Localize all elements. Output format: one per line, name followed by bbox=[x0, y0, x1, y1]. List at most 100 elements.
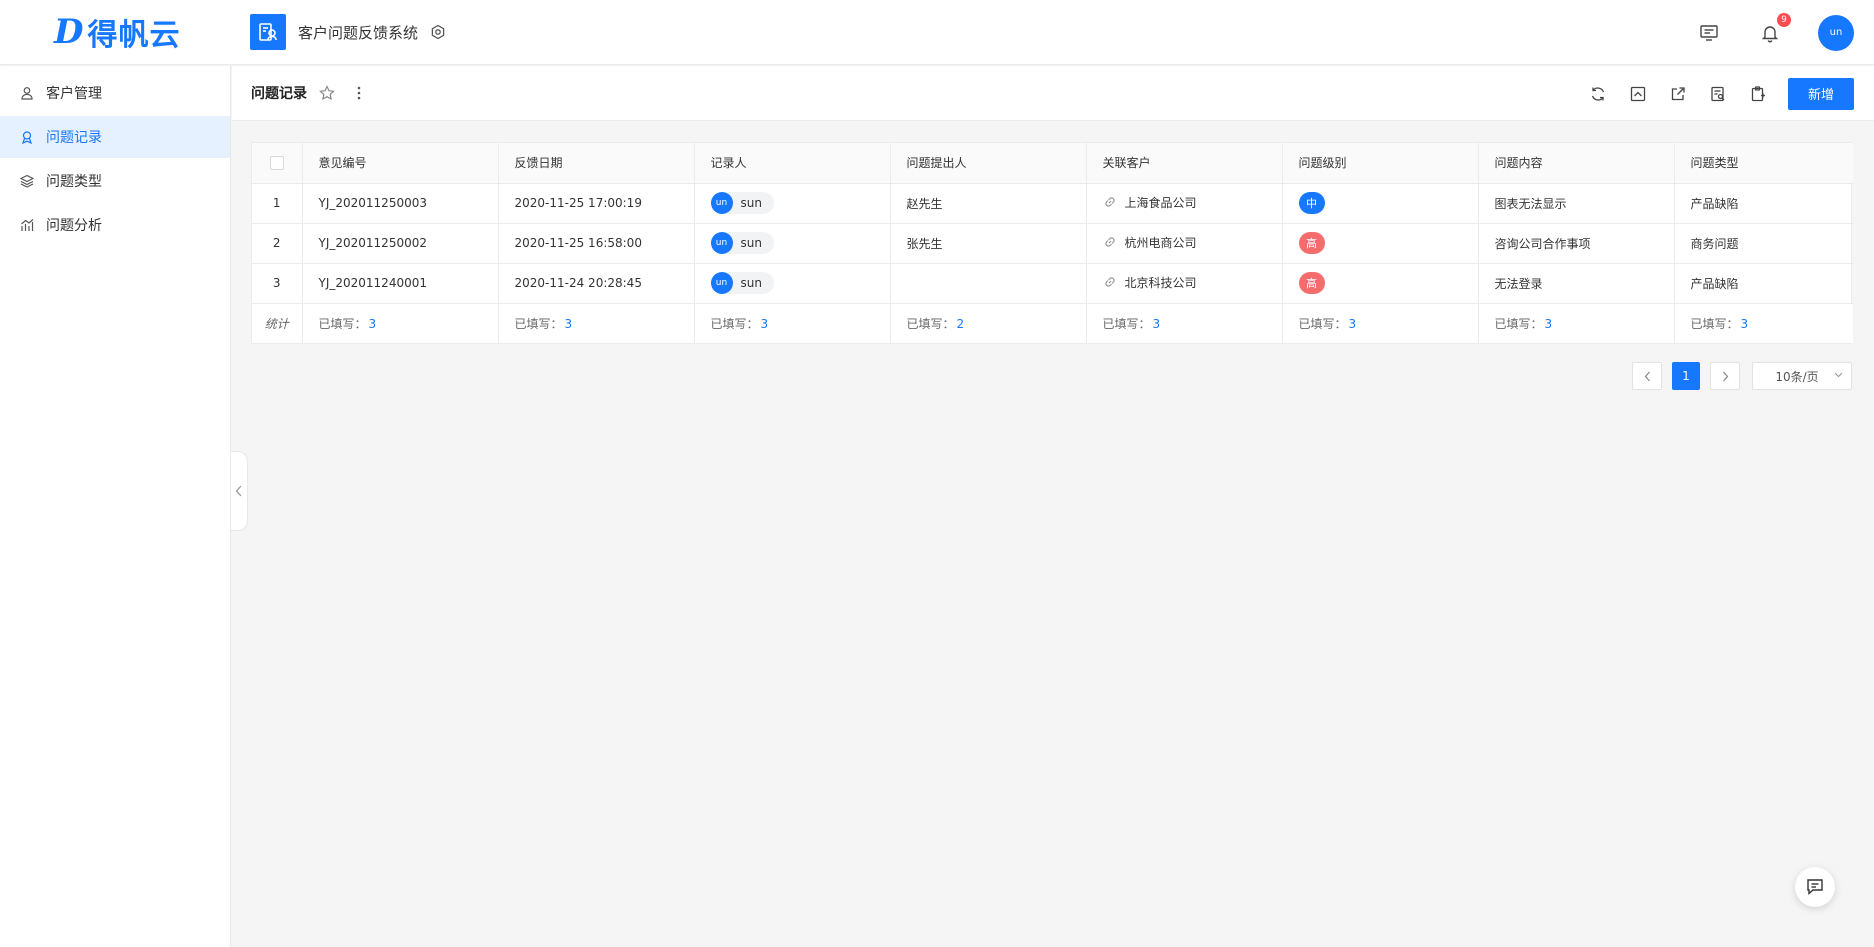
cell-customer: 北京科技公司 bbox=[1086, 263, 1283, 304]
recorder-chip[interactable]: un sun bbox=[710, 272, 774, 294]
cell-date: 2020-11-24 20:28:45 bbox=[498, 263, 695, 304]
cell-level: 高 bbox=[1282, 223, 1479, 264]
customer-link[interactable]: 上海食品公司 bbox=[1103, 194, 1197, 211]
stat-cell: 已填写： 2 bbox=[890, 303, 1087, 343]
app-icon[interactable] bbox=[250, 14, 286, 50]
user-avatar[interactable]: un bbox=[1818, 14, 1854, 51]
notification-badge: 9 bbox=[1777, 12, 1791, 27]
cell-proposer: 赵先生 bbox=[890, 183, 1087, 224]
share-icon[interactable] bbox=[1668, 84, 1688, 104]
avatar: un bbox=[710, 272, 733, 294]
cell-type: 商务问题 bbox=[1674, 223, 1853, 264]
stat-prefix: 已填写： bbox=[1298, 316, 1347, 331]
gear-icon[interactable] bbox=[430, 24, 446, 40]
user-icon bbox=[20, 86, 34, 100]
logo[interactable]: D 得帆云 bbox=[0, 0, 250, 65]
message-board-icon[interactable] bbox=[1697, 21, 1721, 45]
cell-content: 咨询公司合作事项 bbox=[1478, 223, 1675, 264]
cell-type: 产品缺陷 bbox=[1674, 263, 1853, 304]
cell-recorder: un sun bbox=[694, 183, 891, 224]
sidebar-item-issue-analysis[interactable]: 问题分析 bbox=[0, 204, 230, 246]
stat-cell: 已填写： 3 bbox=[302, 303, 499, 343]
cell-date: 2020-11-25 17:00:19 bbox=[498, 183, 695, 224]
customer-name: 上海食品公司 bbox=[1124, 195, 1197, 210]
cell-level: 高 bbox=[1282, 263, 1479, 304]
chevron-down-icon bbox=[1834, 372, 1843, 378]
stat-cell: 已填写： 3 bbox=[1674, 303, 1853, 343]
column-header-content[interactable]: 问题内容 bbox=[1478, 143, 1675, 184]
recorder-name: sun bbox=[740, 276, 762, 290]
column-header-recorder[interactable]: 记录人 bbox=[694, 143, 891, 184]
page-size-select[interactable]: 10条/页 bbox=[1752, 362, 1852, 390]
cell-content: 图表无法显示 bbox=[1478, 183, 1675, 224]
sidebar-item-label: 问题类型 bbox=[46, 174, 102, 190]
cell-id: YJ_202011240001 bbox=[302, 263, 499, 304]
sidebar-item-issue-records[interactable]: 问题记录 bbox=[0, 116, 230, 158]
table-row[interactable]: 1 YJ_202011250003 2020-11-25 17:00:19 un… bbox=[252, 183, 1853, 224]
recorder-chip[interactable]: un sun bbox=[710, 232, 774, 254]
records-table: 意见编号 反馈日期 记录人 问题提出人 关联客户 问题级别 问题内容 问题类型 … bbox=[251, 142, 1853, 344]
level-badge: 高 bbox=[1298, 232, 1325, 254]
column-header-level[interactable]: 问题级别 bbox=[1282, 143, 1479, 184]
collapse-icon[interactable] bbox=[1628, 84, 1648, 104]
avatar: un bbox=[710, 232, 733, 254]
next-page-button[interactable] bbox=[1710, 362, 1740, 390]
column-header-date[interactable]: 反馈日期 bbox=[498, 143, 695, 184]
recorder-name: sun bbox=[740, 196, 762, 210]
add-button[interactable]: 新增 bbox=[1788, 77, 1854, 110]
stat-prefix: 已填写： bbox=[1102, 316, 1151, 331]
chat-icon bbox=[1807, 879, 1823, 896]
stat-value: 3 bbox=[1740, 316, 1749, 331]
more-vertical-icon[interactable] bbox=[349, 83, 369, 103]
sidebar-item-customer-management[interactable]: 客户管理 bbox=[0, 72, 230, 114]
stat-prefix: 已填写： bbox=[1494, 316, 1543, 331]
link-icon bbox=[1103, 235, 1117, 249]
table-row[interactable]: 3 YJ_202011240001 2020-11-24 20:28:45 un… bbox=[252, 263, 1853, 304]
row-index: 2 bbox=[252, 223, 303, 264]
level-badge: 中 bbox=[1298, 192, 1325, 214]
page-number-current[interactable]: 1 bbox=[1672, 362, 1700, 390]
column-header-id[interactable]: 意见编号 bbox=[302, 143, 499, 184]
bell-icon[interactable]: 9 bbox=[1758, 12, 1791, 45]
cell-customer: 杭州电商公司 bbox=[1086, 223, 1283, 264]
sidebar-item-label: 问题分析 bbox=[46, 218, 102, 234]
cell-level: 中 bbox=[1282, 183, 1479, 224]
column-header-proposer[interactable]: 问题提出人 bbox=[890, 143, 1087, 184]
refresh-icon[interactable] bbox=[1588, 84, 1608, 104]
main-content: 问题记录 新增 意见编号 反馈日期 记录人 问题提出人 关联客户 问题级别 问题… bbox=[232, 66, 1874, 947]
customer-link[interactable]: 北京科技公司 bbox=[1103, 274, 1197, 291]
search-record-icon[interactable] bbox=[1708, 84, 1728, 104]
table-row[interactable]: 2 YJ_202011250002 2020-11-25 16:58:00 un… bbox=[252, 223, 1853, 264]
row-index: 1 bbox=[252, 183, 303, 224]
recorder-chip[interactable]: un sun bbox=[710, 192, 774, 214]
prev-page-button[interactable] bbox=[1632, 362, 1662, 390]
logo-text: 得帆云 bbox=[87, 18, 181, 53]
stat-prefix: 已填写： bbox=[906, 316, 955, 331]
customer-link[interactable]: 杭州电商公司 bbox=[1103, 234, 1197, 251]
sidebar-item-issue-types[interactable]: 问题类型 bbox=[0, 160, 230, 202]
chart-icon bbox=[20, 218, 34, 232]
cell-customer: 上海食品公司 bbox=[1086, 183, 1283, 224]
feedback-icon bbox=[20, 130, 34, 144]
select-all-cell bbox=[252, 143, 303, 184]
stat-prefix: 已填写： bbox=[1690, 316, 1739, 331]
select-all-checkbox[interactable] bbox=[269, 156, 284, 170]
avatar: un bbox=[710, 192, 733, 214]
sidebar: 客户管理 问题记录 问题类型 问题分析 bbox=[0, 66, 231, 947]
statistics-label: 统计 bbox=[252, 303, 303, 343]
stat-value: 3 bbox=[760, 316, 769, 331]
star-icon[interactable] bbox=[317, 83, 337, 103]
toolbar-actions: 新增 bbox=[1568, 66, 1854, 121]
cell-id: YJ_202011250003 bbox=[302, 183, 499, 224]
stat-cell: 已填写： 3 bbox=[1478, 303, 1675, 343]
chat-button[interactable] bbox=[1795, 867, 1835, 907]
chevron-left-icon bbox=[1644, 371, 1650, 381]
stat-cell: 已填写： 3 bbox=[1282, 303, 1479, 343]
stat-value: 3 bbox=[1544, 316, 1553, 331]
clipboard-add-icon[interactable] bbox=[1748, 84, 1768, 104]
table-header-row: 意见编号 反馈日期 记录人 问题提出人 关联客户 问题级别 问题内容 问题类型 bbox=[252, 143, 1853, 184]
column-header-customer[interactable]: 关联客户 bbox=[1086, 143, 1283, 184]
column-header-type[interactable]: 问题类型 bbox=[1674, 143, 1853, 184]
stat-value: 2 bbox=[956, 316, 965, 331]
cell-proposer bbox=[890, 263, 1087, 304]
